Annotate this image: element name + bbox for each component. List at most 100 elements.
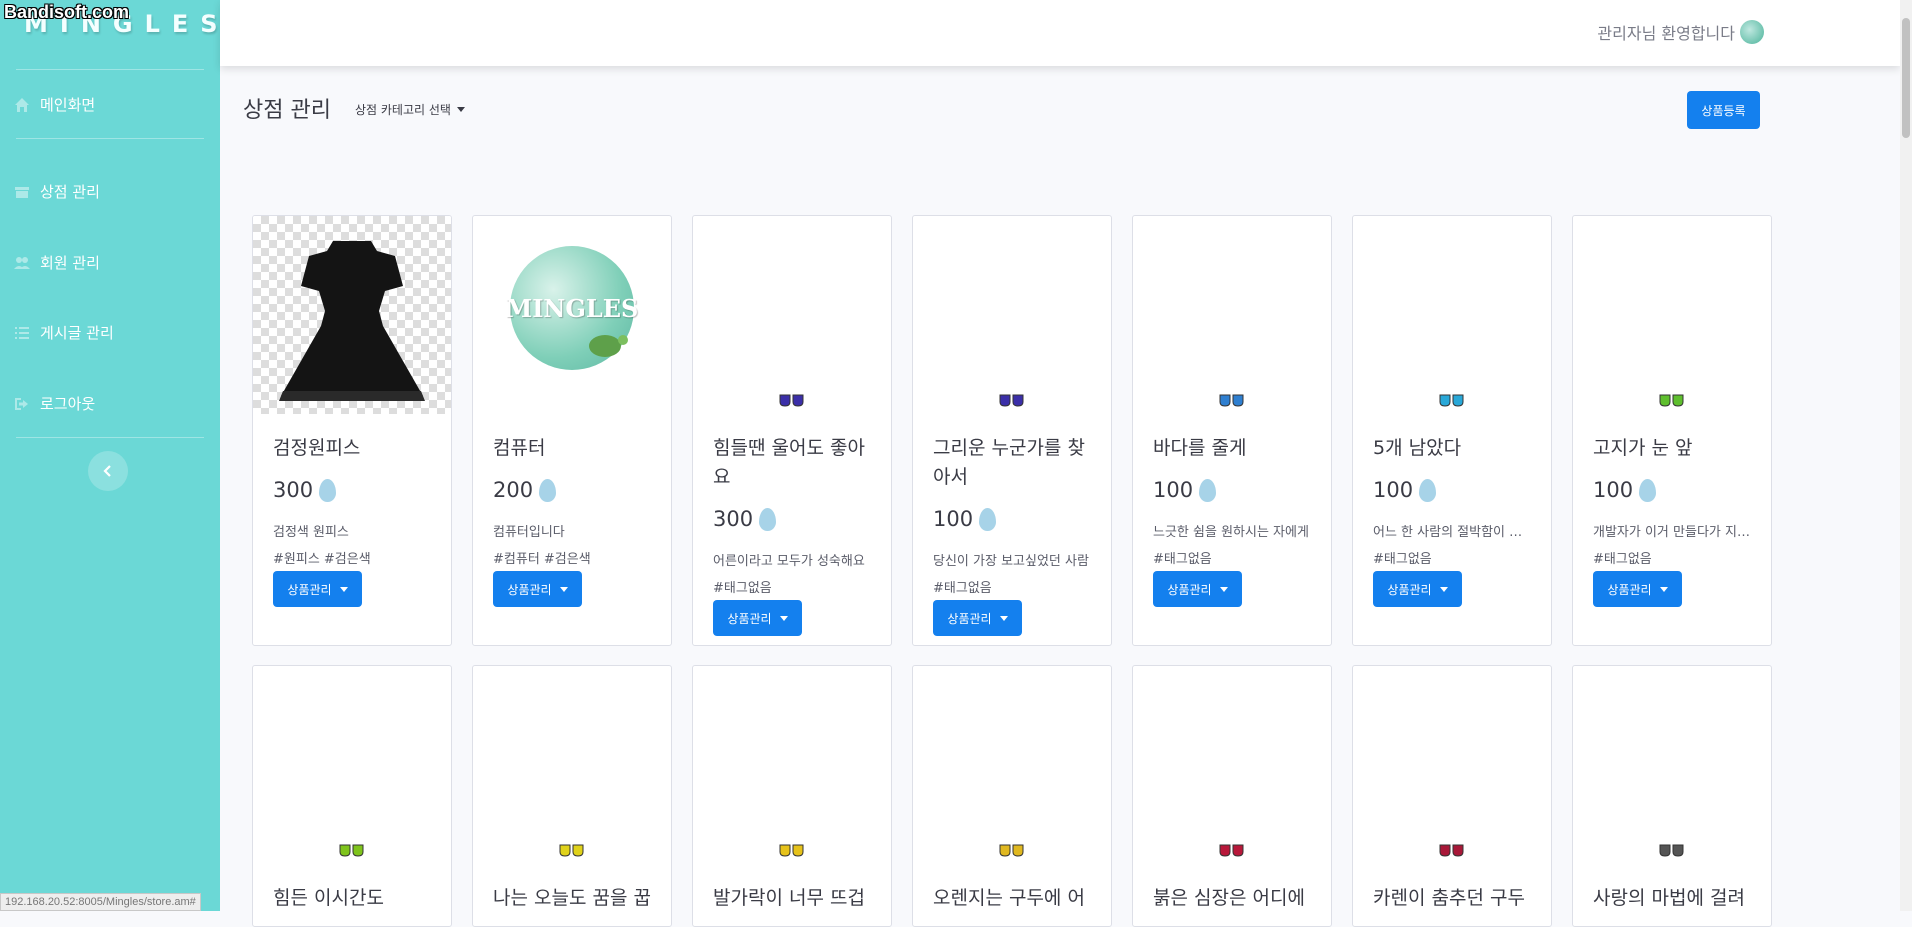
product-title[interactable]: 컴퓨터 [493,434,653,463]
product-tags: #태그없음 [1593,552,1652,567]
turtle-icon [589,335,628,357]
caret-down-icon [559,586,568,592]
sidebar-divider [16,69,204,70]
product-title[interactable]: 힘든 이시간도 [273,884,433,913]
product-tags: #태그없음 [1153,552,1212,567]
sidebar-item-posts[interactable]: 게시글 관리 [14,322,114,343]
list-icon [15,326,29,339]
water-drop-icon [539,478,557,502]
product-title[interactable]: 카렌이 춤추던 구두 [1373,884,1533,913]
product-description: 컴퓨터입니다 [493,525,565,540]
shoes-badge [1218,842,1246,862]
product-image-shoes [1353,216,1551,414]
product-image-shoes [693,666,891,864]
page-scrollbar[interactable] [1900,0,1912,911]
shoes-badge [558,842,586,862]
product-card[interactable]: 고지가 눈 앞 100 개발자가 이거 만들다가 지쳐서 #태그없음 상품관리 [1572,215,1772,646]
shoes-badge [1438,392,1466,412]
price-row: 200 [493,478,557,502]
product-title[interactable]: 검정원피스 [273,434,433,463]
shoes-badge [338,842,366,862]
caret-down-icon [339,586,348,592]
sidebar-item-members[interactable]: 회원 관리 [14,252,100,273]
status-bar: 192.168.20.52:8005/Mingles/store.am# [0,893,201,911]
product-card[interactable]: MINGLES 컴퓨터 200 컴퓨터입니다 #컴퓨터 #검은색 상품관리 [472,215,672,646]
product-title[interactable]: 발가락이 너무 뜨겁 [713,884,873,913]
shoes-badge [1658,392,1686,412]
shoes-icon [1219,394,1244,407]
price-row: 100 [1373,478,1437,502]
product-title[interactable]: 바다를 줄게 [1153,434,1313,463]
product-card[interactable]: 힘들땐 울어도 좋아요 300 어른이라고 모두가 성숙해요 #태그없음 상품관리 [692,215,892,646]
product-card[interactable]: 5개 남았다 100 어느 한 사람의 절박함이 담긴 #태그없음 상품관리 [1352,215,1552,646]
product-tags: #원피스 #검은색 [273,552,371,567]
product-image-logo: MINGLES [473,216,671,414]
product-description: 어느 한 사람의 절박함이 담긴 [1373,525,1533,540]
product-image-shoes [913,666,1111,864]
product-manage-button[interactable]: 상품관리 [1153,571,1242,607]
shoes-icon [779,394,804,407]
product-manage-button[interactable]: 상품관리 [493,571,582,607]
product-card[interactable]: 힘든 이시간도 [252,665,452,927]
product-price: 100 [1153,478,1194,502]
product-price: 300 [273,478,314,502]
product-manage-label: 상품관리 [1607,582,1652,597]
product-card[interactable]: 나는 오늘도 꿈을 꿉 [472,665,672,927]
product-image-shoes [1573,216,1771,414]
product-title[interactable]: 힘들땐 울어도 좋아요 [713,434,873,492]
caret-down-icon [1659,586,1668,592]
product-manage-button[interactable]: 상품관리 [713,600,802,636]
sidebar-toggle-button[interactable] [88,451,128,491]
sidebar-item-main[interactable]: 메인화면 [14,94,95,115]
product-card[interactable]: 오렌지는 구두에 어 [912,665,1112,927]
product-price: 300 [713,507,754,531]
sidebar-divider [16,138,204,139]
product-image-shoes [1353,666,1551,864]
product-card[interactable]: 그리운 누군가를 찾아서 100 당신이 가장 보고싶었던 사람 #태그없음 상품관리 [912,215,1112,646]
product-card[interactable]: 바다를 줄게 100 느긋한 쉼을 원하시는 자에게 #태그없음 상품관리 [1132,215,1332,646]
welcome-text[interactable]: 관리자님 환영합니다 [1597,20,1735,44]
avatar[interactable] [1740,20,1764,44]
product-title[interactable]: 붉은 심장은 어디에 [1153,884,1313,913]
shoes-icon [1439,844,1464,857]
product-title[interactable]: 사랑의 마법에 걸려 [1593,884,1753,913]
product-card[interactable]: 붉은 심장은 어디에 [1132,665,1332,927]
product-manage-button[interactable]: 상품관리 [1373,571,1462,607]
product-manage-label: 상품관리 [947,611,992,626]
product-card[interactable]: 사랑의 마법에 걸려 [1572,665,1772,927]
product-price: 100 [1593,478,1634,502]
category-dropdown[interactable]: 상점 카테고리 선택 [355,101,465,118]
product-title[interactable]: 그리운 누군가를 찾아서 [933,434,1093,492]
product-title[interactable]: 고지가 눈 앞 [1593,434,1753,463]
sidebar-item-label: 회원 관리 [40,254,100,272]
page-title: 상점 관리 [243,98,331,123]
product-image-shoes [473,666,671,864]
product-tags: #태그없음 [713,581,772,596]
sidebar-item-logout[interactable]: 로그아웃 [14,393,95,414]
product-title[interactable]: 5개 남았다 [1373,434,1533,463]
product-card[interactable]: 카렌이 춤추던 구두 [1352,665,1552,927]
register-product-button[interactable]: 상품등록 [1687,91,1760,129]
sidebar-item-store[interactable]: 상점 관리 [14,181,100,202]
product-manage-button[interactable]: 상품관리 [273,571,362,607]
product-manage-label: 상품관리 [507,582,552,597]
sidebar-item-label: 상점 관리 [40,183,100,201]
product-manage-button[interactable]: 상품관리 [1593,571,1682,607]
product-manage-button[interactable]: 상품관리 [933,600,1022,636]
shoes-badge [1658,842,1686,862]
product-title[interactable]: 나는 오늘도 꿈을 꿉 [493,884,653,913]
product-title[interactable]: 오렌지는 구두에 어 [933,884,1093,913]
product-card[interactable]: 검정원피스 300 검정색 원피스 #원피스 #검은색 상품관리 [252,215,452,646]
users-icon [14,256,30,269]
shoes-icon [779,844,804,857]
water-drop-icon [759,507,777,531]
scrollbar-thumb[interactable] [1902,18,1910,138]
topbar: 관리자님 환영합니다 [220,0,1900,66]
water-drop-icon [1419,478,1437,502]
shoes-icon [1219,844,1244,857]
caret-down-icon [1439,586,1448,592]
shoes-icon [1659,394,1684,407]
product-card[interactable]: 발가락이 너무 뜨겁 [692,665,892,927]
product-price: 200 [493,478,534,502]
watermark: Bandisoft.com [4,2,130,22]
